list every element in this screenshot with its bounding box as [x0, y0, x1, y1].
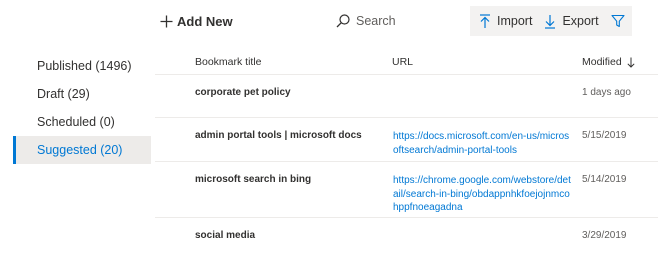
- bookmarks-table: Bookmark title URL Modified corporate pe…: [155, 47, 658, 253]
- search-icon: [336, 14, 350, 28]
- import-button[interactable]: Import: [473, 6, 538, 36]
- bookmark-title: microsoft search in bing: [195, 174, 312, 185]
- column-header-url[interactable]: URL: [392, 56, 413, 68]
- plus-icon: [160, 15, 173, 28]
- bookmark-title: admin portal tools | microsoft docs: [195, 130, 362, 141]
- bookmark-modified: 5/15/2019: [582, 130, 627, 141]
- table-row[interactable]: admin portal tools | microsoft docs http…: [155, 118, 658, 162]
- filter-button[interactable]: [605, 6, 631, 36]
- add-new-button[interactable]: Add New: [160, 11, 233, 31]
- command-bar: Import Export: [470, 6, 632, 36]
- export-arrow-icon: [544, 14, 556, 29]
- search-input[interactable]: Search: [356, 14, 396, 28]
- column-header-title[interactable]: Bookmark title: [195, 56, 262, 68]
- import-label: Import: [497, 14, 533, 28]
- bookmark-title: corporate pet policy: [195, 87, 291, 98]
- sidebar-item-scheduled[interactable]: Scheduled (0): [13, 108, 151, 136]
- sort-descending-icon: [627, 57, 635, 68]
- bookmark-title: social media: [195, 230, 256, 241]
- table-row[interactable]: microsoft search in bing https://chrome.…: [155, 162, 658, 218]
- table-row[interactable]: social media 3/29/2019: [155, 218, 658, 253]
- add-new-label: Add New: [177, 13, 233, 29]
- bookmark-modified: 5/14/2019: [582, 174, 627, 185]
- bookmark-modified: 1 days ago: [582, 87, 631, 98]
- export-button[interactable]: Export: [538, 6, 604, 36]
- sidebar-nav: Published (1496) Draft (29) Scheduled (0…: [13, 52, 151, 164]
- filter-funnel-icon: [611, 14, 625, 28]
- bookmark-modified: 3/29/2019: [582, 230, 627, 241]
- sidebar-item-draft[interactable]: Draft (29): [13, 80, 151, 108]
- column-header-modified[interactable]: Modified: [582, 56, 635, 68]
- bookmark-url[interactable]: https://chrome.google.com/webstore/detai…: [393, 174, 573, 215]
- bookmark-url[interactable]: https://docs.microsoft.com/en-us/microso…: [393, 130, 573, 157]
- search-box[interactable]: Search: [336, 11, 396, 31]
- column-header-modified-label: Modified: [582, 56, 622, 68]
- sidebar-item-suggested[interactable]: Suggested (20): [13, 136, 151, 164]
- table-row[interactable]: corporate pet policy 1 days ago: [155, 75, 658, 118]
- import-arrow-icon: [479, 13, 491, 29]
- table-header: Bookmark title URL Modified: [155, 47, 658, 75]
- sidebar-item-published[interactable]: Published (1496): [13, 52, 151, 80]
- export-label: Export: [562, 14, 599, 28]
